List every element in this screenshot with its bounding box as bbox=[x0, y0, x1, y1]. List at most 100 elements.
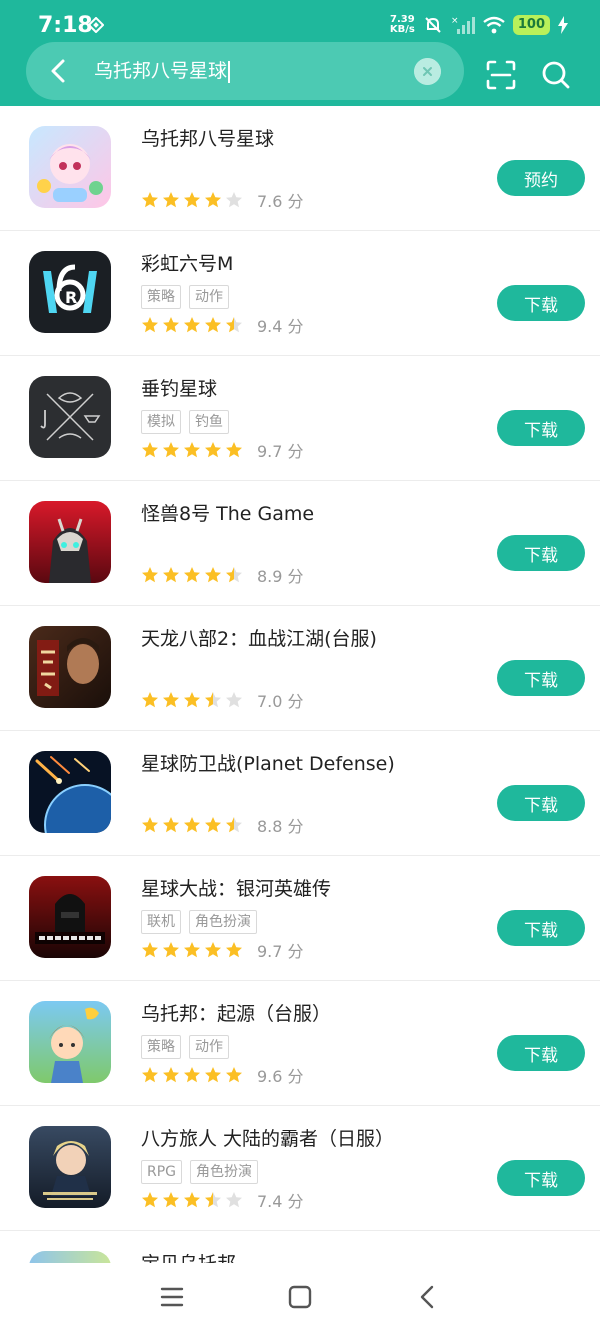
star-icon bbox=[142, 192, 158, 208]
clear-search-icon[interactable] bbox=[414, 58, 441, 85]
app-icon-planet-defense[interactable] bbox=[29, 751, 111, 833]
download-button[interactable]: 下载 bbox=[497, 1160, 585, 1196]
star-icon bbox=[226, 317, 242, 333]
app-icon-star-wars[interactable] bbox=[29, 876, 111, 958]
star-icon bbox=[226, 192, 242, 208]
result-row[interactable]: 星球防卫战(Planet Defense) 8.8 分 下载 bbox=[0, 731, 600, 856]
star-icon bbox=[226, 567, 242, 583]
star-icon bbox=[205, 442, 221, 458]
app-title[interactable]: 乌托邦八号星球 bbox=[141, 124, 274, 151]
rating-score: 7.4 分 bbox=[257, 1192, 304, 1211]
app-title[interactable]: 天龙八部2：血战江湖(台服) bbox=[141, 624, 377, 651]
result-row[interactable]: 乌托邦八号星球 7.6 分 预约 bbox=[0, 106, 600, 231]
app-title[interactable]: 彩虹六号M bbox=[141, 249, 233, 276]
app-icon-baby-utopia[interactable] bbox=[29, 1251, 111, 1263]
star-icon bbox=[163, 192, 179, 208]
star-icon bbox=[226, 692, 242, 708]
app-title[interactable]: 乌托邦：起源（台服） bbox=[141, 999, 331, 1026]
rating-score: 7.0 分 bbox=[257, 692, 304, 711]
star-rating bbox=[141, 816, 243, 834]
star-icon bbox=[205, 692, 221, 708]
system-nav-bar bbox=[0, 1263, 600, 1333]
charging-icon bbox=[558, 16, 568, 34]
star-icon bbox=[226, 442, 242, 458]
app-title[interactable]: 八方旅人 大陆的霸者（日服） bbox=[141, 1124, 394, 1151]
result-row[interactable]: 乌托邦：起源（台服） 策略 动作 9.6 分 下载 bbox=[0, 981, 600, 1106]
tag: 角色扮演 bbox=[190, 1160, 259, 1184]
star-icon bbox=[163, 442, 179, 458]
app-icon-fishing-planet[interactable] bbox=[29, 376, 111, 458]
star-icon bbox=[163, 317, 179, 333]
download-button[interactable]: 下载 bbox=[497, 1035, 585, 1071]
tag: 模拟 bbox=[141, 410, 181, 434]
app-icon-tianlong-babu-2[interactable] bbox=[29, 626, 111, 708]
back-arrow-icon[interactable] bbox=[44, 56, 74, 86]
star-icon bbox=[142, 942, 158, 958]
app-title[interactable]: 怪兽8号 The Game bbox=[141, 499, 314, 526]
app-icon-octopath-traveler[interactable] bbox=[29, 1126, 111, 1208]
scan-icon[interactable] bbox=[486, 60, 516, 90]
battery-indicator: 100 bbox=[512, 15, 550, 35]
app-icon-utopia-8[interactable] bbox=[29, 126, 111, 208]
star-rating bbox=[141, 941, 243, 959]
star-icon bbox=[184, 817, 200, 833]
back-icon[interactable] bbox=[416, 1285, 440, 1309]
download-button[interactable]: 下载 bbox=[497, 660, 585, 696]
search-icon[interactable] bbox=[541, 60, 571, 90]
app-title[interactable]: 垂钓星球 bbox=[141, 374, 217, 401]
star-icon bbox=[205, 1192, 221, 1208]
status-time: 7:18 bbox=[38, 13, 93, 38]
star-icon bbox=[142, 567, 158, 583]
home-icon[interactable] bbox=[288, 1285, 312, 1309]
star-rating bbox=[141, 316, 243, 334]
text-caret bbox=[228, 60, 231, 83]
star-icon bbox=[142, 692, 158, 708]
app-title[interactable]: 星球防卫战(Planet Defense) bbox=[141, 749, 395, 776]
status-right: 7.39 KB/s × 100 bbox=[390, 12, 568, 38]
app-icon-utopia-origin[interactable] bbox=[29, 1001, 111, 1083]
download-button[interactable]: 下载 bbox=[497, 410, 585, 446]
rating-score: 7.6 分 bbox=[257, 192, 304, 211]
star-icon bbox=[226, 817, 242, 833]
star-rating bbox=[141, 441, 243, 459]
result-row[interactable]: 星球大战：银河英雄传 联机 角色扮演 9.7 分 下载 bbox=[0, 856, 600, 981]
app-icon-kaiju-no-8[interactable] bbox=[29, 501, 111, 583]
star-icon bbox=[184, 1192, 200, 1208]
tag: 策略 bbox=[141, 285, 181, 309]
star-icon bbox=[163, 817, 179, 833]
tag: 钓鱼 bbox=[189, 410, 229, 434]
star-icon bbox=[142, 1067, 158, 1083]
download-button[interactable]: 下载 bbox=[497, 535, 585, 571]
star-rating bbox=[141, 1066, 243, 1084]
app-title[interactable]: 星球大战：银河英雄传 bbox=[141, 874, 331, 901]
results-list[interactable]: 乌托邦八号星球 7.6 分 预约 R 彩虹六号M 策略 动作 9.4 分 下载 … bbox=[0, 106, 600, 1263]
search-input[interactable]: 乌托邦八号星球 bbox=[94, 56, 231, 86]
recent-apps-icon[interactable] bbox=[160, 1285, 184, 1309]
result-row[interactable]: 八方旅人 大陆的霸者（日服） RPG 角色扮演 7.4 分 下载 bbox=[0, 1106, 600, 1231]
star-icon bbox=[205, 1067, 221, 1083]
rating-score: 9.7 分 bbox=[257, 442, 304, 461]
result-row[interactable]: 怪兽8号 The Game 8.9 分 下载 bbox=[0, 481, 600, 606]
star-icon bbox=[184, 1067, 200, 1083]
tag: 动作 bbox=[189, 285, 229, 309]
wifi-icon bbox=[483, 16, 505, 34]
rating-score: 9.4 分 bbox=[257, 317, 304, 336]
app-title[interactable]: 宝贝乌托邦 bbox=[141, 1249, 236, 1263]
star-icon bbox=[184, 942, 200, 958]
tag-list: 策略 动作 bbox=[141, 1035, 229, 1059]
result-row[interactable]: 宝贝乌托邦 bbox=[0, 1231, 600, 1263]
reserve-button[interactable]: 预约 bbox=[497, 160, 585, 196]
star-rating bbox=[141, 1191, 243, 1209]
result-row[interactable]: 天龙八部2：血战江湖(台服) 7.0 分 下载 bbox=[0, 606, 600, 731]
result-row[interactable]: 垂钓星球 模拟 钓鱼 9.7 分 下载 bbox=[0, 356, 600, 481]
download-button[interactable]: 下载 bbox=[497, 910, 585, 946]
rating: 7.4 分 bbox=[141, 1188, 304, 1212]
app-icon-rainbow-six[interactable]: R bbox=[29, 251, 111, 333]
star-icon bbox=[163, 1192, 179, 1208]
result-row[interactable]: R 彩虹六号M 策略 动作 9.4 分 下载 bbox=[0, 231, 600, 356]
star-icon bbox=[205, 567, 221, 583]
header: 7:18 7.39 KB/s × 100 乌托邦八号星球 bbox=[0, 0, 600, 106]
download-button[interactable]: 下载 bbox=[497, 785, 585, 821]
search-box[interactable]: 乌托邦八号星球 bbox=[26, 42, 464, 100]
download-button[interactable]: 下载 bbox=[497, 285, 585, 321]
